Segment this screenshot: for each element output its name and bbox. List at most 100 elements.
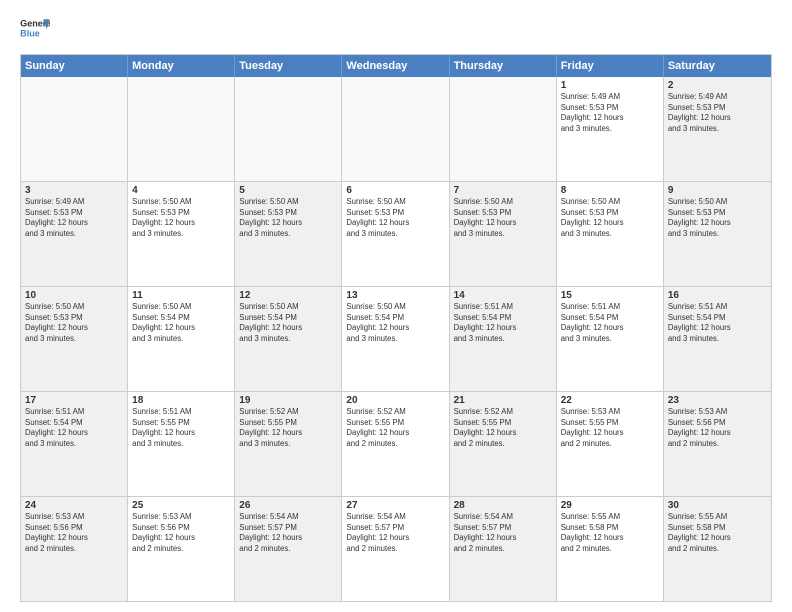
calendar-row-0: 1Sunrise: 5:49 AM Sunset: 5:53 PM Daylig… bbox=[21, 77, 771, 181]
empty-cell bbox=[128, 77, 235, 181]
cell-content: Sunrise: 5:51 AM Sunset: 5:55 PM Dayligh… bbox=[132, 407, 230, 449]
header-day-monday: Monday bbox=[128, 55, 235, 77]
calendar-body: 1Sunrise: 5:49 AM Sunset: 5:53 PM Daylig… bbox=[21, 77, 771, 601]
day-number: 5 bbox=[239, 185, 337, 196]
cell-content: Sunrise: 5:50 AM Sunset: 5:53 PM Dayligh… bbox=[132, 197, 230, 239]
day-number: 29 bbox=[561, 500, 659, 511]
day-cell-17: 17Sunrise: 5:51 AM Sunset: 5:54 PM Dayli… bbox=[21, 392, 128, 496]
cell-content: Sunrise: 5:49 AM Sunset: 5:53 PM Dayligh… bbox=[25, 197, 123, 239]
day-number: 16 bbox=[668, 290, 767, 301]
day-cell-29: 29Sunrise: 5:55 AM Sunset: 5:58 PM Dayli… bbox=[557, 497, 664, 601]
cell-content: Sunrise: 5:50 AM Sunset: 5:53 PM Dayligh… bbox=[346, 197, 444, 239]
cell-content: Sunrise: 5:54 AM Sunset: 5:57 PM Dayligh… bbox=[239, 512, 337, 554]
day-cell-26: 26Sunrise: 5:54 AM Sunset: 5:57 PM Dayli… bbox=[235, 497, 342, 601]
day-number: 11 bbox=[132, 290, 230, 301]
day-number: 19 bbox=[239, 395, 337, 406]
cell-content: Sunrise: 5:50 AM Sunset: 5:53 PM Dayligh… bbox=[561, 197, 659, 239]
cell-content: Sunrise: 5:50 AM Sunset: 5:53 PM Dayligh… bbox=[454, 197, 552, 239]
day-number: 14 bbox=[454, 290, 552, 301]
cell-content: Sunrise: 5:50 AM Sunset: 5:53 PM Dayligh… bbox=[668, 197, 767, 239]
day-cell-30: 30Sunrise: 5:55 AM Sunset: 5:58 PM Dayli… bbox=[664, 497, 771, 601]
calendar-row-2: 10Sunrise: 5:50 AM Sunset: 5:53 PM Dayli… bbox=[21, 286, 771, 391]
day-number: 13 bbox=[346, 290, 444, 301]
header: General Blue bbox=[20, 16, 772, 44]
day-cell-4: 4Sunrise: 5:50 AM Sunset: 5:53 PM Daylig… bbox=[128, 182, 235, 286]
day-cell-6: 6Sunrise: 5:50 AM Sunset: 5:53 PM Daylig… bbox=[342, 182, 449, 286]
cell-content: Sunrise: 5:50 AM Sunset: 5:54 PM Dayligh… bbox=[132, 302, 230, 344]
day-number: 15 bbox=[561, 290, 659, 301]
day-number: 10 bbox=[25, 290, 123, 301]
day-cell-23: 23Sunrise: 5:53 AM Sunset: 5:56 PM Dayli… bbox=[664, 392, 771, 496]
day-cell-27: 27Sunrise: 5:54 AM Sunset: 5:57 PM Dayli… bbox=[342, 497, 449, 601]
day-number: 20 bbox=[346, 395, 444, 406]
empty-cell bbox=[342, 77, 449, 181]
day-cell-28: 28Sunrise: 5:54 AM Sunset: 5:57 PM Dayli… bbox=[450, 497, 557, 601]
svg-text:Blue: Blue bbox=[20, 29, 40, 39]
cell-content: Sunrise: 5:54 AM Sunset: 5:57 PM Dayligh… bbox=[346, 512, 444, 554]
day-cell-16: 16Sunrise: 5:51 AM Sunset: 5:54 PM Dayli… bbox=[664, 287, 771, 391]
cell-content: Sunrise: 5:53 AM Sunset: 5:55 PM Dayligh… bbox=[561, 407, 659, 449]
day-cell-2: 2Sunrise: 5:49 AM Sunset: 5:53 PM Daylig… bbox=[664, 77, 771, 181]
cell-content: Sunrise: 5:55 AM Sunset: 5:58 PM Dayligh… bbox=[561, 512, 659, 554]
day-cell-3: 3Sunrise: 5:49 AM Sunset: 5:53 PM Daylig… bbox=[21, 182, 128, 286]
day-cell-8: 8Sunrise: 5:50 AM Sunset: 5:53 PM Daylig… bbox=[557, 182, 664, 286]
day-cell-15: 15Sunrise: 5:51 AM Sunset: 5:54 PM Dayli… bbox=[557, 287, 664, 391]
header-day-wednesday: Wednesday bbox=[342, 55, 449, 77]
day-number: 2 bbox=[668, 80, 767, 91]
day-number: 3 bbox=[25, 185, 123, 196]
day-number: 4 bbox=[132, 185, 230, 196]
empty-cell bbox=[450, 77, 557, 181]
day-number: 12 bbox=[239, 290, 337, 301]
calendar-row-4: 24Sunrise: 5:53 AM Sunset: 5:56 PM Dayli… bbox=[21, 496, 771, 601]
day-number: 27 bbox=[346, 500, 444, 511]
calendar-header: SundayMondayTuesdayWednesdayThursdayFrid… bbox=[21, 55, 771, 77]
cell-content: Sunrise: 5:51 AM Sunset: 5:54 PM Dayligh… bbox=[454, 302, 552, 344]
cell-content: Sunrise: 5:49 AM Sunset: 5:53 PM Dayligh… bbox=[668, 92, 767, 134]
cell-content: Sunrise: 5:50 AM Sunset: 5:54 PM Dayligh… bbox=[239, 302, 337, 344]
day-number: 30 bbox=[668, 500, 767, 511]
day-number: 23 bbox=[668, 395, 767, 406]
day-number: 8 bbox=[561, 185, 659, 196]
cell-content: Sunrise: 5:53 AM Sunset: 5:56 PM Dayligh… bbox=[668, 407, 767, 449]
day-cell-13: 13Sunrise: 5:50 AM Sunset: 5:54 PM Dayli… bbox=[342, 287, 449, 391]
day-cell-10: 10Sunrise: 5:50 AM Sunset: 5:53 PM Dayli… bbox=[21, 287, 128, 391]
day-cell-20: 20Sunrise: 5:52 AM Sunset: 5:55 PM Dayli… bbox=[342, 392, 449, 496]
cell-content: Sunrise: 5:49 AM Sunset: 5:53 PM Dayligh… bbox=[561, 92, 659, 134]
cell-content: Sunrise: 5:52 AM Sunset: 5:55 PM Dayligh… bbox=[239, 407, 337, 449]
day-cell-22: 22Sunrise: 5:53 AM Sunset: 5:55 PM Dayli… bbox=[557, 392, 664, 496]
calendar-row-1: 3Sunrise: 5:49 AM Sunset: 5:53 PM Daylig… bbox=[21, 181, 771, 286]
day-cell-19: 19Sunrise: 5:52 AM Sunset: 5:55 PM Dayli… bbox=[235, 392, 342, 496]
header-day-thursday: Thursday bbox=[450, 55, 557, 77]
day-number: 22 bbox=[561, 395, 659, 406]
logo: General Blue bbox=[20, 16, 50, 44]
cell-content: Sunrise: 5:52 AM Sunset: 5:55 PM Dayligh… bbox=[454, 407, 552, 449]
day-cell-12: 12Sunrise: 5:50 AM Sunset: 5:54 PM Dayli… bbox=[235, 287, 342, 391]
day-cell-21: 21Sunrise: 5:52 AM Sunset: 5:55 PM Dayli… bbox=[450, 392, 557, 496]
calendar: SundayMondayTuesdayWednesdayThursdayFrid… bbox=[20, 54, 772, 602]
day-number: 17 bbox=[25, 395, 123, 406]
empty-cell bbox=[21, 77, 128, 181]
day-number: 26 bbox=[239, 500, 337, 511]
day-number: 28 bbox=[454, 500, 552, 511]
day-cell-7: 7Sunrise: 5:50 AM Sunset: 5:53 PM Daylig… bbox=[450, 182, 557, 286]
day-number: 6 bbox=[346, 185, 444, 196]
header-day-saturday: Saturday bbox=[664, 55, 771, 77]
day-number: 1 bbox=[561, 80, 659, 91]
day-cell-9: 9Sunrise: 5:50 AM Sunset: 5:53 PM Daylig… bbox=[664, 182, 771, 286]
day-number: 18 bbox=[132, 395, 230, 406]
empty-cell bbox=[235, 77, 342, 181]
header-day-friday: Friday bbox=[557, 55, 664, 77]
logo-icon: General Blue bbox=[20, 16, 50, 44]
day-cell-14: 14Sunrise: 5:51 AM Sunset: 5:54 PM Dayli… bbox=[450, 287, 557, 391]
day-number: 21 bbox=[454, 395, 552, 406]
cell-content: Sunrise: 5:55 AM Sunset: 5:58 PM Dayligh… bbox=[668, 512, 767, 554]
header-day-tuesday: Tuesday bbox=[235, 55, 342, 77]
day-cell-24: 24Sunrise: 5:53 AM Sunset: 5:56 PM Dayli… bbox=[21, 497, 128, 601]
day-number: 7 bbox=[454, 185, 552, 196]
cell-content: Sunrise: 5:53 AM Sunset: 5:56 PM Dayligh… bbox=[25, 512, 123, 554]
cell-content: Sunrise: 5:52 AM Sunset: 5:55 PM Dayligh… bbox=[346, 407, 444, 449]
day-cell-1: 1Sunrise: 5:49 AM Sunset: 5:53 PM Daylig… bbox=[557, 77, 664, 181]
day-number: 9 bbox=[668, 185, 767, 196]
page: General Blue SundayMondayTuesdayWednesda… bbox=[0, 0, 792, 612]
cell-content: Sunrise: 5:53 AM Sunset: 5:56 PM Dayligh… bbox=[132, 512, 230, 554]
